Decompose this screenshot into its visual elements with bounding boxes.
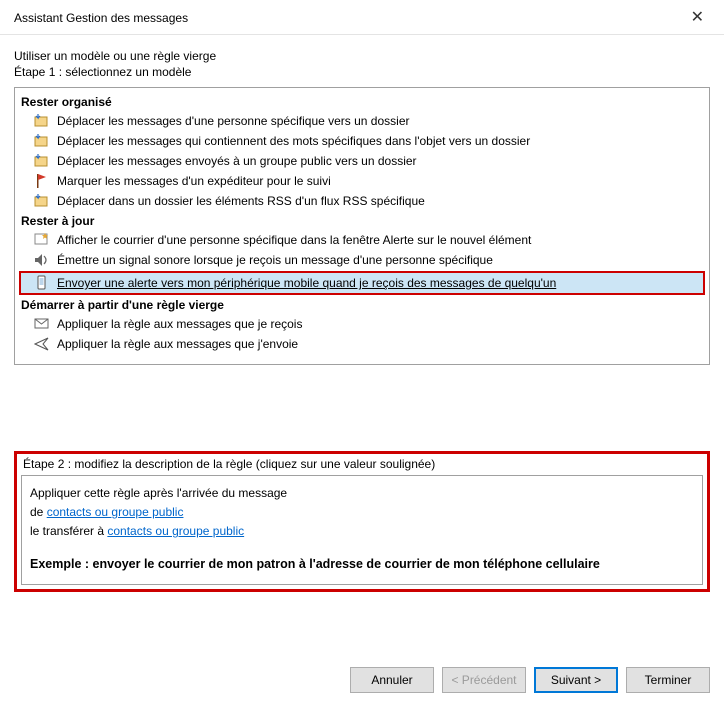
template-item-label: Marquer les messages d'un expéditeur pou… <box>57 172 331 190</box>
template-item-label: Appliquer la règle aux messages que j'en… <box>57 335 298 353</box>
template-item-blank-receive[interactable]: Appliquer la règle aux messages que je r… <box>19 314 705 334</box>
intro-line-2: Étape 1 : sélectionnez un modèle <box>14 65 710 79</box>
desc-line-2-prefix: de <box>30 505 47 519</box>
template-item-display-alert[interactable]: Afficher le courrier d'une personne spéc… <box>19 230 705 250</box>
step2-highlight-box: Étape 2 : modifiez la description de la … <box>14 451 710 592</box>
move-folder-icon <box>33 133 51 149</box>
section-header-uptodate: Rester à jour <box>21 214 705 228</box>
move-folder-icon <box>33 153 51 169</box>
finish-button[interactable]: Terminer <box>626 667 710 693</box>
alert-star-icon <box>33 232 51 248</box>
desc-example: Exemple : envoyer le courrier de mon pat… <box>30 554 694 574</box>
move-folder-icon <box>33 113 51 129</box>
intro-line-1: Utiliser un modèle ou une règle vierge <box>14 49 710 63</box>
template-item-flag-followup[interactable]: Marquer les messages d'un expéditeur pou… <box>19 171 705 191</box>
template-item-move-words[interactable]: Déplacer les messages qui contiennent de… <box>19 131 705 151</box>
template-item-move-rss[interactable]: Déplacer dans un dossier les éléments RS… <box>19 191 705 211</box>
desc-line-3: le transférer à contacts ou groupe publi… <box>30 522 694 541</box>
dialog-content: Utiliser un modèle ou une règle vierge É… <box>0 35 724 592</box>
rule-description-box: Appliquer cette règle après l'arrivée du… <box>21 475 703 585</box>
template-item-label: Émettre un signal sonore lorsque je reço… <box>57 251 493 269</box>
template-item-label: Appliquer la règle aux messages que je r… <box>57 315 302 333</box>
template-listbox[interactable]: Rester organisé Déplacer les messages d'… <box>14 87 710 365</box>
link-forward-contacts[interactable]: contacts ou groupe public <box>107 524 244 538</box>
close-icon[interactable]: ✕ <box>685 8 710 28</box>
step2-label: Étape 2 : modifiez la description de la … <box>23 457 707 471</box>
window-title: Assistant Gestion des messages <box>14 11 188 25</box>
desc-line-1: Appliquer cette règle après l'arrivée du… <box>30 484 694 503</box>
mobile-icon <box>33 275 51 291</box>
section-header-organised: Rester organisé <box>21 95 705 109</box>
template-item-label: Envoyer une alerte vers mon périphérique… <box>57 274 556 292</box>
cancel-button[interactable]: Annuler <box>350 667 434 693</box>
titlebar: Assistant Gestion des messages ✕ <box>0 0 724 35</box>
template-item-label: Déplacer les messages d'une personne spé… <box>57 112 410 130</box>
template-item-label: Déplacer les messages qui contiennent de… <box>57 132 530 150</box>
template-item-label: Déplacer les messages envoyés à un group… <box>57 152 417 170</box>
template-item-label: Afficher le courrier d'une personne spéc… <box>57 231 531 249</box>
next-button[interactable]: Suivant > <box>534 667 618 693</box>
flag-icon <box>33 173 51 189</box>
template-item-label: Déplacer dans un dossier les éléments RS… <box>57 192 425 210</box>
template-item-move-person[interactable]: Déplacer les messages d'une personne spé… <box>19 111 705 131</box>
template-item-move-group[interactable]: Déplacer les messages envoyés à un group… <box>19 151 705 171</box>
sound-icon <box>33 252 51 268</box>
section-header-blank: Démarrer à partir d'une règle vierge <box>21 298 705 312</box>
move-folder-icon <box>33 193 51 209</box>
send-icon <box>33 336 51 352</box>
template-item-blank-send[interactable]: Appliquer la règle aux messages que j'en… <box>19 334 705 354</box>
desc-line-3-prefix: le transférer à <box>30 524 107 538</box>
previous-button: < Précédent <box>442 667 526 693</box>
wizard-button-row: Annuler < Précédent Suivant > Terminer <box>350 667 710 693</box>
template-item-play-sound[interactable]: Émettre un signal sonore lorsque je reço… <box>19 250 705 270</box>
desc-line-2: de contacts ou groupe public <box>30 503 694 522</box>
envelope-icon <box>33 316 51 332</box>
template-item-mobile-alert[interactable]: Envoyer une alerte vers mon périphérique… <box>19 271 705 295</box>
link-from-contacts[interactable]: contacts ou groupe public <box>47 505 184 519</box>
